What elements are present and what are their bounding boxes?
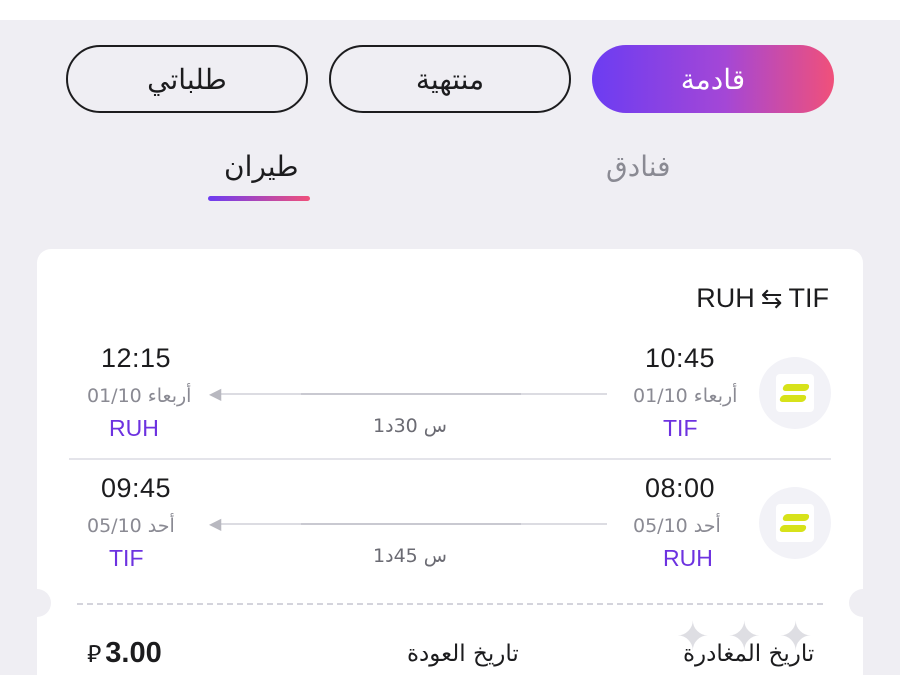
- arrival-date: أحد 05/10: [87, 515, 175, 537]
- departure-date: أحد 05/10: [633, 515, 721, 537]
- flight-duration: 1س 30د: [373, 415, 447, 437]
- filter-finished-button[interactable]: منتهية: [329, 45, 571, 113]
- flyadeal-logo-icon: [759, 357, 831, 429]
- departure-time: 10:45: [645, 343, 716, 373]
- arrival-time: 09:45: [101, 473, 172, 503]
- departure-airport-code: TIF: [663, 415, 698, 441]
- flight-path-line: [215, 393, 607, 395]
- ticket-notch-right: [849, 589, 877, 617]
- departure-airport-code: RUH: [663, 545, 713, 571]
- arrow-left-icon: ◀: [209, 384, 222, 403]
- riyal-currency-icon: ⃁: [87, 641, 102, 668]
- route-title: RUH ⇆ TIF: [696, 283, 829, 314]
- departure-date: أربعاء 01/10: [633, 385, 738, 407]
- route-from: RUH: [696, 283, 755, 313]
- arrow-left-icon: ◀: [209, 514, 222, 533]
- return-date-label: تاريخ العودة: [407, 641, 519, 667]
- flight-leg-return: 08:00 أحد 05/10 RUH ◀ 1س 45د 09:45 أحد 0…: [37, 459, 863, 587]
- tab-flight[interactable]: طيران: [224, 150, 299, 183]
- price-value: 3.00: [105, 637, 162, 669]
- filter-arrivals-button[interactable]: قادمة: [592, 45, 834, 113]
- departure-time: 08:00: [645, 473, 716, 503]
- arrival-airport-code: TIF: [109, 545, 144, 571]
- flight-duration: 1س 45د: [373, 545, 447, 567]
- active-tab-indicator: [208, 196, 310, 201]
- ticket-perforation: [77, 603, 823, 605]
- swap-arrows-icon: ⇆: [760, 283, 783, 313]
- ticket-notch-left: [23, 589, 51, 617]
- arrival-date: أربعاء 01/10: [87, 385, 192, 407]
- flight-path-line: [215, 523, 607, 525]
- flight-leg-outbound: 10:45 أربعاء 01/10 TIF ◀ 1س 30د 12:15 أر…: [37, 329, 863, 457]
- filter-my-requests-button[interactable]: طلباتي: [66, 45, 308, 113]
- flyadeal-logo-icon: [759, 487, 831, 559]
- price: ⃁ 3.00: [87, 637, 162, 670]
- arrival-time: 12:15: [101, 343, 172, 373]
- watermark-logo: ✦ ✦ ✦: [676, 614, 815, 660]
- route-to: TIF: [788, 283, 830, 313]
- tab-hotels[interactable]: فنادق: [606, 150, 671, 183]
- booking-card[interactable]: RUH ⇆ TIF 10:45 أربعاء 01/10 TIF ◀ 1س 30…: [23, 249, 877, 675]
- top-strip: [0, 0, 900, 20]
- arrival-airport-code: RUH: [109, 415, 159, 441]
